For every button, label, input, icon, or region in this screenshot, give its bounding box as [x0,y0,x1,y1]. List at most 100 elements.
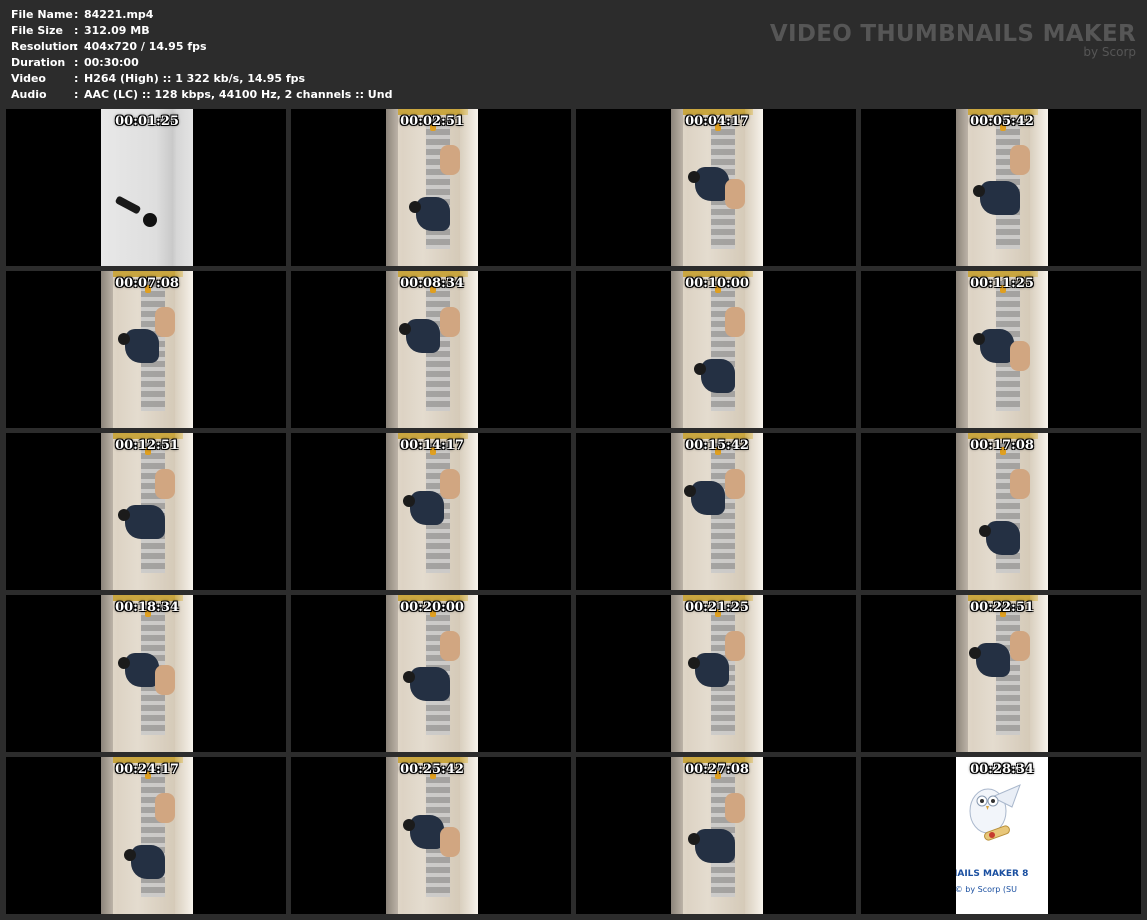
thumbnail-cell[interactable]: 00:21:25 [576,595,856,752]
scene-person [688,653,729,687]
scene-person [409,197,450,231]
thumbnail-cell[interactable]: 00:27:08 [576,757,856,914]
thumbnail-timestamp: 00:27:08 [685,762,749,777]
info-separator: : [74,88,79,101]
thumbnail-cell[interactable]: 00:11:25 [861,271,1141,428]
thumbnail-cell[interactable]: 00:24:17 [6,757,286,914]
room-scene-image [101,433,193,590]
thumbnail-cell[interactable]: 00:15:42 [576,433,856,590]
thumbnail-frame: 00:12:51 [101,433,193,590]
thumbnail-timestamp: 00:22:51 [970,600,1034,615]
scene-ceiling [671,109,683,266]
thumbnail-cell[interactable]: 00:25:42 [291,757,571,914]
scene-light [460,271,478,428]
scene-ceiling [956,433,968,590]
scene-ceiling [386,271,398,428]
info-key: Resolution [11,40,78,53]
info-key: Video [11,72,46,85]
room-scene-image [386,109,478,266]
thumbnail-timestamp: 00:21:25 [685,600,749,615]
scene-person [403,491,444,525]
thumbnail-cell[interactable]: 00:07:08 [6,271,286,428]
scene-ceiling [956,109,968,266]
thumbnail-frame: 00:25:42 [386,757,478,914]
thumbnail-timestamp: 00:25:42 [400,762,464,777]
thumbnail-cell[interactable]: 00:02:51 [291,109,571,266]
scene-person [725,631,745,661]
thumbnail-frame: 00:04:17 [671,109,763,266]
info-row-file-name: File Name: 84221.mp4 [11,7,392,23]
scene-person [725,793,745,823]
thumbnail-frame: 00:07:08 [101,271,193,428]
scene-person [440,631,460,661]
thumbnail-cell[interactable]: 00:20:00 [291,595,571,752]
thumbnail-frame: 00:02:51 [386,109,478,266]
scene-person [979,521,1020,555]
info-separator: : [74,24,79,37]
scene-person [725,179,745,209]
thumbnail-frame: 00:05:42 [956,109,1048,266]
room-scene-image [386,271,478,428]
scene-light [460,433,478,590]
scene-person [725,307,745,337]
info-separator: : [74,56,79,69]
scene-light [460,109,478,266]
thumbnail-cell[interactable]: 00:17:08 [861,433,1141,590]
thumbnail-cell[interactable]: 00:18:34 [6,595,286,752]
scene-person [118,653,159,687]
thumbnail-cell[interactable]: 00:08:34 [291,271,571,428]
file-info-panel: File Name: 84221.mp4 File Size:312.09 MB … [11,7,392,103]
thumbnail-cell[interactable]: 00:01:25 [6,109,286,266]
info-key: Audio [11,88,47,101]
info-row-file-size: File Size:312.09 MB [11,23,392,39]
room-scene-image [956,109,1048,266]
room-scene-image [956,433,1048,590]
room-scene-image [671,109,763,266]
room-scene-image [956,271,1048,428]
scene-light [175,271,193,428]
scene-ceiling [671,271,683,428]
info-value: 00:30:00 [84,56,139,69]
scene-person [155,665,175,695]
scene-light [1030,109,1048,266]
logo-text-line: MBNAILS MAKER 8 [956,869,1029,879]
thumbnail-frame: 00:24:17 [101,757,193,914]
thumbnail-cell[interactable]: 00:22:51 [861,595,1141,752]
thumbnail-cell[interactable]: 00:05:42 [861,109,1141,266]
thumbnail-timestamp: 00:04:17 [685,114,749,129]
scene-person [124,845,165,879]
thumbnail-timestamp: 00:24:17 [115,762,179,777]
thumbnail-timestamp: 00:17:08 [970,438,1034,453]
door-knob [143,213,157,227]
door-handle [114,195,142,215]
thumbnail-cell[interactable]: 00:10:00 [576,271,856,428]
scene-person [403,815,444,849]
scene-person [399,319,440,353]
thumbnail-frame: 00:11:25 [956,271,1048,428]
scene-person [440,307,460,337]
brand-subtitle: by Scorp [1083,45,1136,59]
scene-light [175,595,193,752]
brand-watermark: VIDEO THUMBNAILS MAKER by Scorp [770,21,1136,59]
scene-person [155,793,175,823]
thumbnail-cell[interactable]: MBNAILS MAKER 8 nt © by Scorp (SU 00:28:34 [861,757,1141,914]
thumbnail-frame: 00:15:42 [671,433,763,590]
scene-ceiling [101,595,113,752]
scene-light [1030,271,1048,428]
scene-person [440,469,460,499]
info-value: 84221.mp4 [84,8,154,21]
scene-ceiling [671,433,683,590]
scene-light [1030,433,1048,590]
room-scene-image [101,271,193,428]
scene-ceiling [956,595,968,752]
scene-ceiling [386,595,398,752]
thumbnail-cell[interactable]: 00:12:51 [6,433,286,590]
scene-person [403,667,450,701]
room-scene-image [386,595,478,752]
thumbnail-cell[interactable]: 00:14:17 [291,433,571,590]
thumbnail-cell[interactable]: 00:04:17 [576,109,856,266]
scene-ceiling [101,757,113,914]
thumbnail-frame: 00:21:25 [671,595,763,752]
room-scene-image [671,433,763,590]
scene-light [1030,595,1048,752]
